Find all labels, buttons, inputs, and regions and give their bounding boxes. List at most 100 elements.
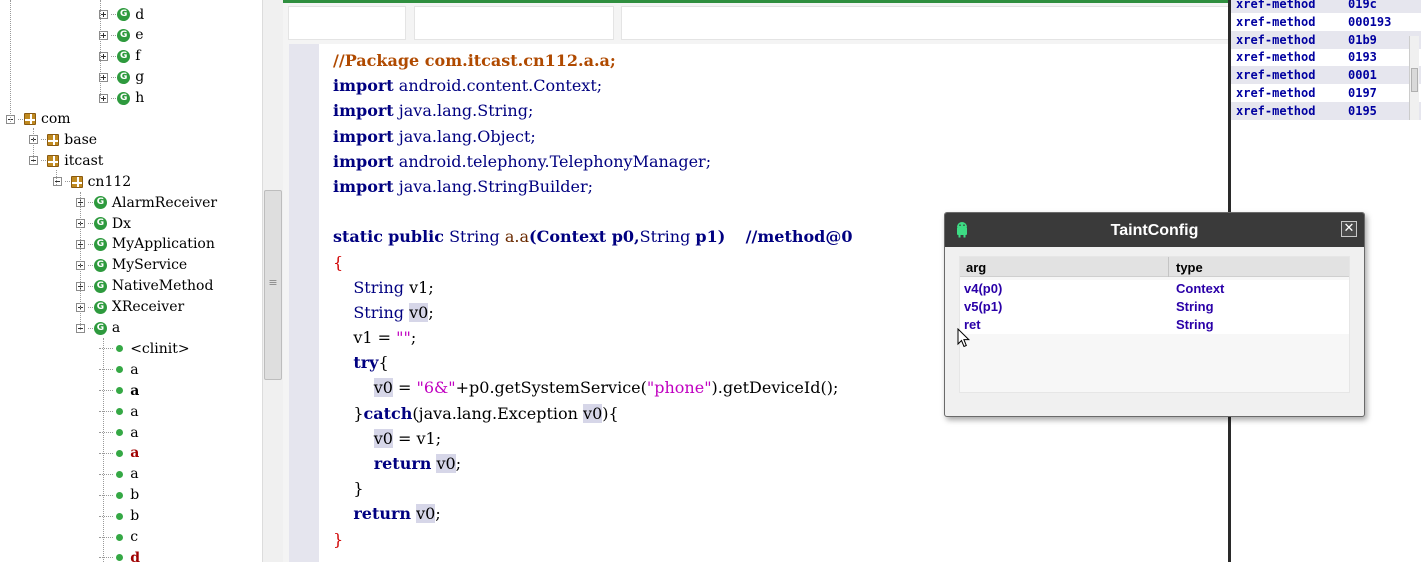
xref-scrollbar[interactable] <box>1409 36 1419 120</box>
highlighted-var[interactable]: v0 <box>436 454 456 473</box>
import-path: android.telephony.TelephonyManager; <box>398 151 712 171</box>
brace: { <box>378 353 389 373</box>
editor-tab-slot-2[interactable] <box>414 6 614 40</box>
code-line-decl-v1: String v1; <box>333 275 953 300</box>
class-tree-panel[interactable]: Gd Ge Gf Gg Gh com base itcast cn112 G AlarmReceiv… <box>0 0 262 562</box>
tree-connector <box>87 285 93 287</box>
tree-node-method[interactable]: c <box>99 527 138 548</box>
highlighted-var[interactable]: v0 <box>409 302 429 322</box>
var-name: v1; <box>409 277 434 297</box>
assign-text: = v1; <box>392 428 442 448</box>
xref-scrollbar-thumb[interactable] <box>1411 68 1418 92</box>
method-icon <box>116 366 124 374</box>
tree-node-class[interactable]: Ge <box>99 25 143 46</box>
class-icon: G <box>117 49 131 63</box>
xref-row[interactable]: xref-method 0193 <box>1231 48 1421 66</box>
highlighted-var[interactable]: v0 <box>373 378 393 398</box>
code-line-import: import android.telephony.TelephonyManage… <box>333 149 953 174</box>
params-open: (Context p0, <box>529 227 640 247</box>
tree-node-method[interactable]: a <box>99 359 139 380</box>
taint-config-dialog[interactable]: TaintConfig ✕ arg type v4(p0) Context v5… <box>944 212 1365 417</box>
xref-row[interactable]: xref-method 01b9 <box>1231 30 1421 49</box>
editor-tab-slot-3[interactable] <box>621 6 1229 40</box>
tree-node-class[interactable]: G MyApplication <box>75 234 215 255</box>
taint-args-table[interactable]: arg type v4(p0) Context v5(p1) String re… <box>959 256 1350 393</box>
tree-node-package[interactable]: com <box>6 109 71 130</box>
column-header-arg[interactable]: arg <box>966 257 986 277</box>
decompiled-code[interactable]: //Package com.itcast.cn112.a.a; import a… <box>333 48 953 552</box>
call-text: ).getDeviceId(); <box>711 378 839 398</box>
table-row[interactable]: v4(p0) Context <box>960 280 1349 298</box>
tree-node-method[interactable]: a <box>99 443 139 464</box>
xref-row[interactable]: xref-method 0195 <box>1231 101 1421 120</box>
tree-node-class[interactable]: G XReceiver <box>75 297 184 318</box>
table-row[interactable]: v5(p1) String <box>960 298 1349 316</box>
tree-node-class[interactable]: G NativeMethod <box>75 276 213 297</box>
editor-tab-slot-1[interactable] <box>288 6 406 40</box>
tree-node-method[interactable]: b <box>99 485 139 506</box>
tree-node-label: MyApplication <box>111 236 215 253</box>
xref-row[interactable]: xref-method 000193 <box>1231 13 1421 31</box>
tree-node-label: base <box>64 131 98 148</box>
tree-node-class[interactable]: Gh <box>99 88 144 109</box>
type-cell: String <box>1176 299 1214 314</box>
code-line-signature: static public String a.a(Context p0,Stri… <box>333 224 953 249</box>
tree-node-method[interactable]: <clinit> <box>99 338 190 359</box>
tree-node-method[interactable]: b <box>99 506 139 527</box>
collapse-minus-icon[interactable] <box>52 177 62 187</box>
tree-node-package[interactable]: itcast <box>29 150 103 171</box>
string-literal: "phone" <box>646 378 712 398</box>
tree-connector <box>64 181 70 183</box>
xref-row[interactable]: xref-method 0197 <box>1231 84 1421 102</box>
tree-connector <box>99 494 114 496</box>
highlighted-var[interactable]: v0 <box>416 504 436 524</box>
xref-address: 0193 <box>1348 50 1377 65</box>
tree-node-label: AlarmReceiver <box>111 194 218 211</box>
class-icon: G <box>93 196 107 210</box>
table-row[interactable]: ret String <box>960 316 1349 334</box>
mouse-cursor-icon <box>957 328 971 348</box>
package-icon <box>24 113 36 125</box>
tree-node-class[interactable]: G MyService <box>75 255 187 276</box>
class-icon: G <box>93 217 107 230</box>
xref-row[interactable]: xref-method 019c <box>1231 0 1421 13</box>
highlighted-var[interactable]: v0 <box>583 403 603 423</box>
tree-node-method[interactable]: a <box>99 464 139 485</box>
tree-scrollbar-thumb[interactable]: ≡ <box>264 190 282 380</box>
tree-node-method[interactable]: a <box>99 401 139 422</box>
xref-address: 000193 <box>1348 14 1392 29</box>
tree-connector <box>87 202 93 204</box>
tree-node-package[interactable]: base <box>29 129 97 150</box>
tree-connector <box>111 97 117 99</box>
tree-node-method[interactable]: d <box>99 547 140 562</box>
dialog-titlebar[interactable]: TaintConfig ✕ <box>945 213 1364 247</box>
var-type: String <box>353 302 405 322</box>
params-close: p1) <box>695 227 726 247</box>
tree-node-class[interactable]: Gd <box>99 4 144 25</box>
return-type: String <box>449 227 500 247</box>
column-header-type[interactable]: type <box>1176 257 1203 277</box>
column-separator[interactable] <box>1168 257 1169 277</box>
highlighted-var[interactable]: v0 <box>373 428 393 448</box>
tree-node-class[interactable]: Ga <box>75 318 120 339</box>
assign-text: v1 = <box>353 328 397 348</box>
editor-accent-bar <box>283 0 1229 3</box>
tree-node-label: h <box>135 90 145 107</box>
package-icon <box>47 154 60 167</box>
xref-row[interactable]: xref-method 0001 <box>1231 66 1421 85</box>
arg-cell: v5(p1) <box>964 299 1003 314</box>
tree-node-class[interactable]: G Dx <box>75 213 131 234</box>
tree-node-method[interactable]: a <box>99 422 139 443</box>
table-header: arg type <box>960 257 1349 277</box>
close-icon[interactable]: ✕ <box>1341 221 1357 237</box>
tree-node-class[interactable]: Gf <box>99 46 140 67</box>
tree-node-class[interactable]: G AlarmReceiver <box>75 192 218 213</box>
open-brace: { <box>333 252 344 272</box>
method-icon <box>116 470 124 478</box>
tree-scrollbar[interactable]: ≡ <box>262 0 283 562</box>
tree-node-package[interactable]: cn112 <box>52 171 131 192</box>
tree-node-method[interactable]: a <box>99 380 139 401</box>
tree-node-class[interactable]: Gg <box>99 67 144 88</box>
code-line-device-id: v0 = "6&"+p0.getSystemService("phone").g… <box>333 375 953 400</box>
tree-node-label: itcast <box>64 152 104 169</box>
